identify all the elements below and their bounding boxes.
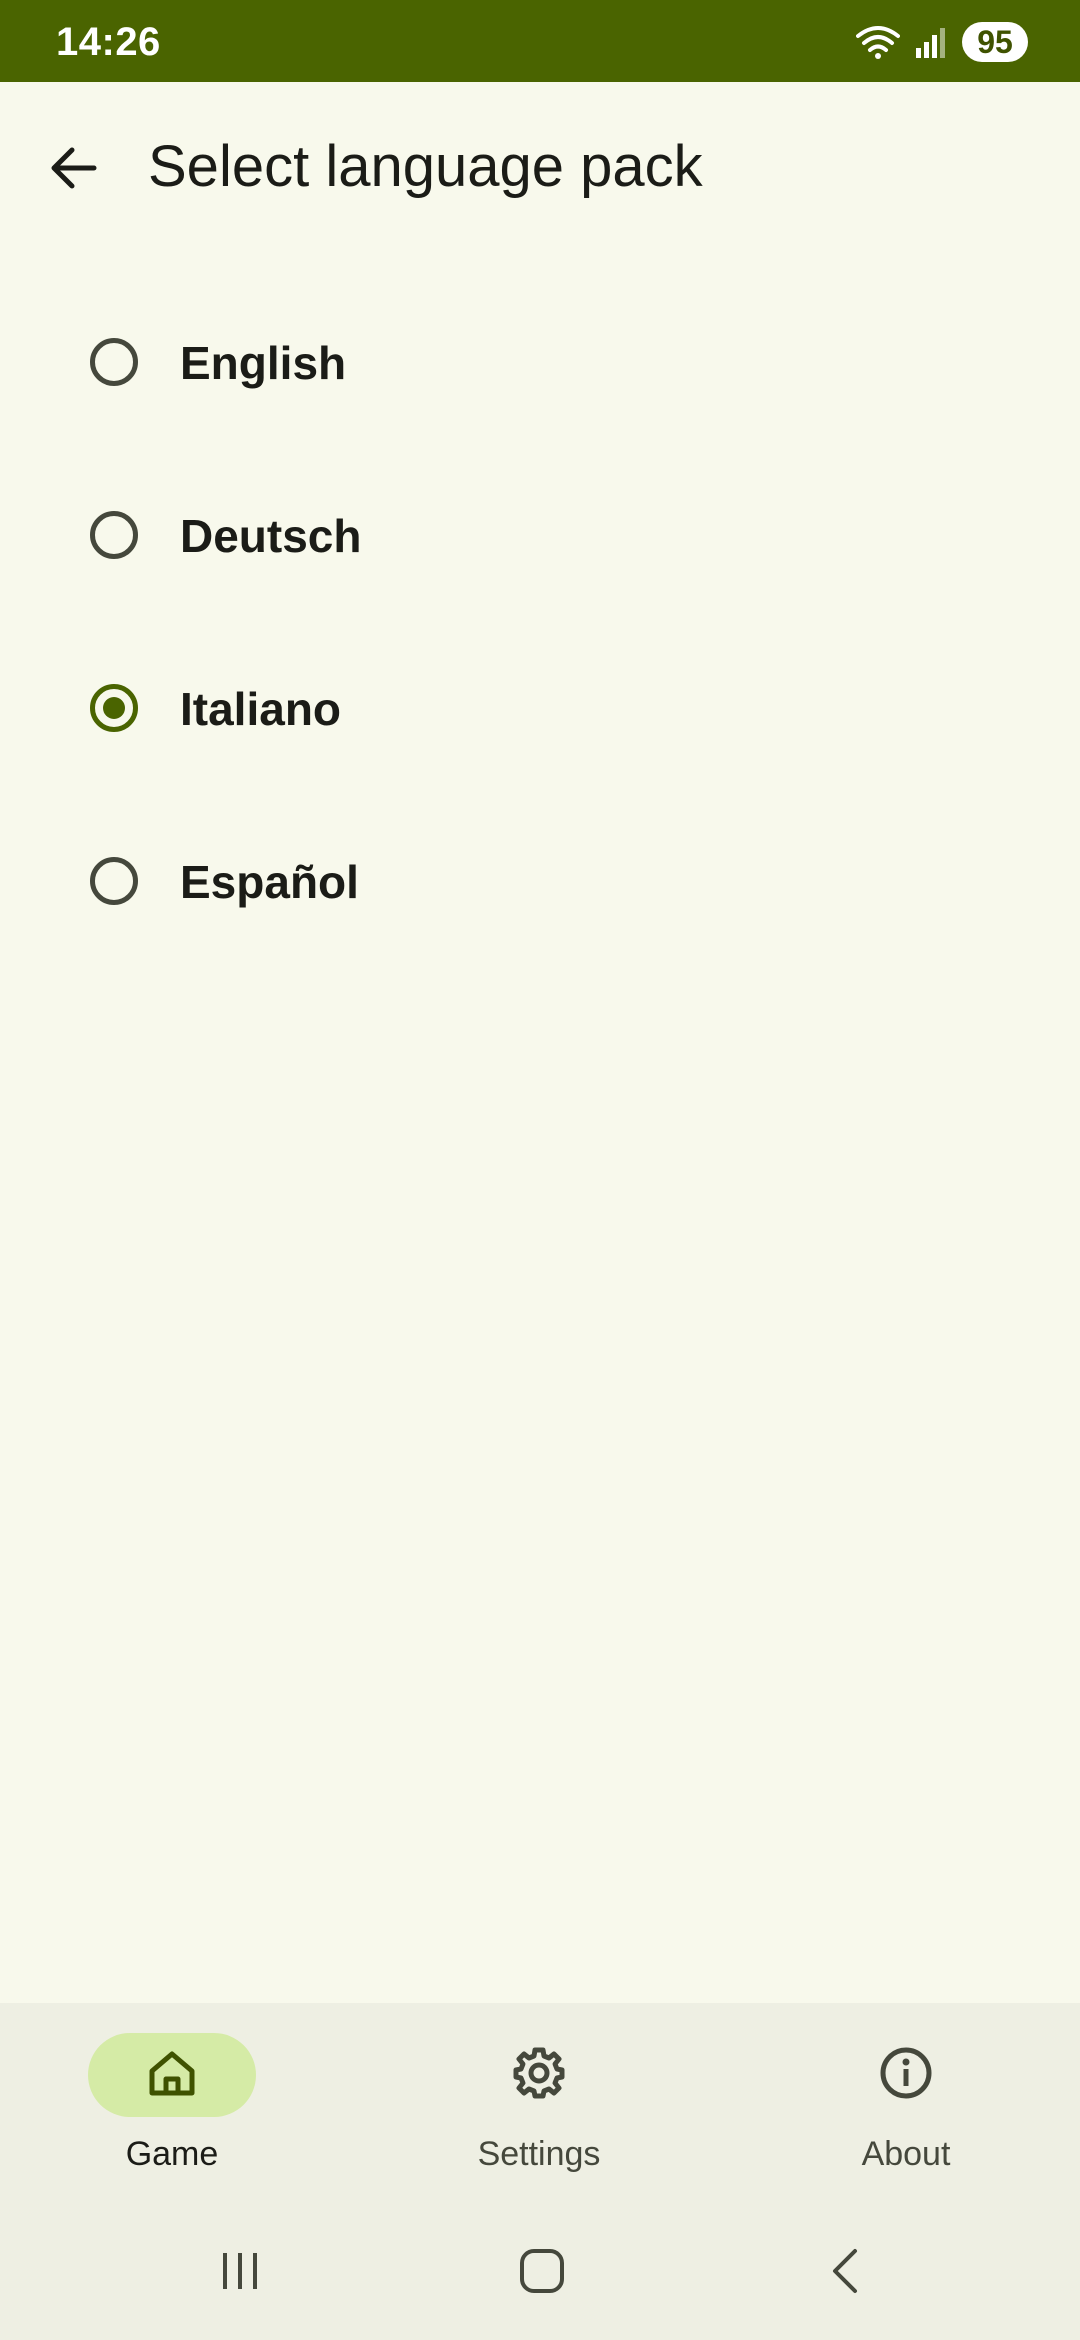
page-title: Select language pack bbox=[148, 134, 703, 199]
nav-item-about[interactable]: About bbox=[776, 2033, 1036, 2183]
top-app-bar: Select language pack bbox=[0, 82, 1080, 252]
back-button[interactable] bbox=[36, 132, 112, 208]
language-label: English bbox=[180, 337, 347, 389]
language-option-espanol[interactable]: Español bbox=[0, 807, 1080, 957]
status-bar: 14:26 95 bbox=[0, 0, 1080, 82]
nav-indicator bbox=[822, 2033, 990, 2117]
language-option-deutsch[interactable]: Deutsch bbox=[0, 461, 1080, 611]
home-square-icon bbox=[519, 2248, 565, 2299]
language-label: Deutsch bbox=[180, 510, 362, 562]
system-navigation-bar bbox=[0, 2203, 1080, 2340]
language-label: Español bbox=[180, 856, 359, 908]
status-icons: 95 bbox=[856, 22, 1028, 62]
status-time: 14:26 bbox=[56, 20, 161, 64]
radio-button-espanol[interactable] bbox=[90, 857, 138, 905]
home-button[interactable] bbox=[502, 2233, 582, 2313]
nav-indicator bbox=[455, 2033, 623, 2117]
language-label: Italiano bbox=[180, 683, 342, 735]
radio-selected-dot bbox=[103, 697, 125, 719]
bottom-navigation: Game Settings About bbox=[0, 2003, 1080, 2203]
arrow-back-icon bbox=[50, 146, 98, 195]
gear-icon bbox=[512, 2046, 566, 2105]
nav-item-game[interactable]: Game bbox=[42, 2033, 302, 2183]
radio-button-italiano[interactable] bbox=[90, 684, 138, 732]
nav-active-indicator bbox=[88, 2033, 256, 2117]
chevron-left-icon bbox=[827, 2247, 863, 2300]
language-option-italiano[interactable]: Italiano bbox=[0, 634, 1080, 784]
wifi-icon bbox=[856, 24, 900, 60]
battery-icon: 95 bbox=[962, 22, 1028, 62]
recents-button[interactable] bbox=[200, 2233, 280, 2313]
nav-label-about: About bbox=[861, 2135, 951, 2173]
radio-button-deutsch[interactable] bbox=[90, 511, 138, 559]
nav-label-settings: Settings bbox=[477, 2135, 601, 2173]
recents-icon bbox=[218, 2249, 262, 2298]
info-icon bbox=[879, 2046, 933, 2105]
signal-icon bbox=[914, 26, 948, 58]
system-back-button[interactable] bbox=[805, 2233, 885, 2313]
language-option-english[interactable]: English bbox=[0, 288, 1080, 438]
radio-button-english[interactable] bbox=[90, 338, 138, 386]
nav-item-settings[interactable]: Settings bbox=[409, 2033, 669, 2183]
nav-label-game: Game bbox=[125, 2135, 219, 2173]
home-icon bbox=[146, 2049, 198, 2102]
